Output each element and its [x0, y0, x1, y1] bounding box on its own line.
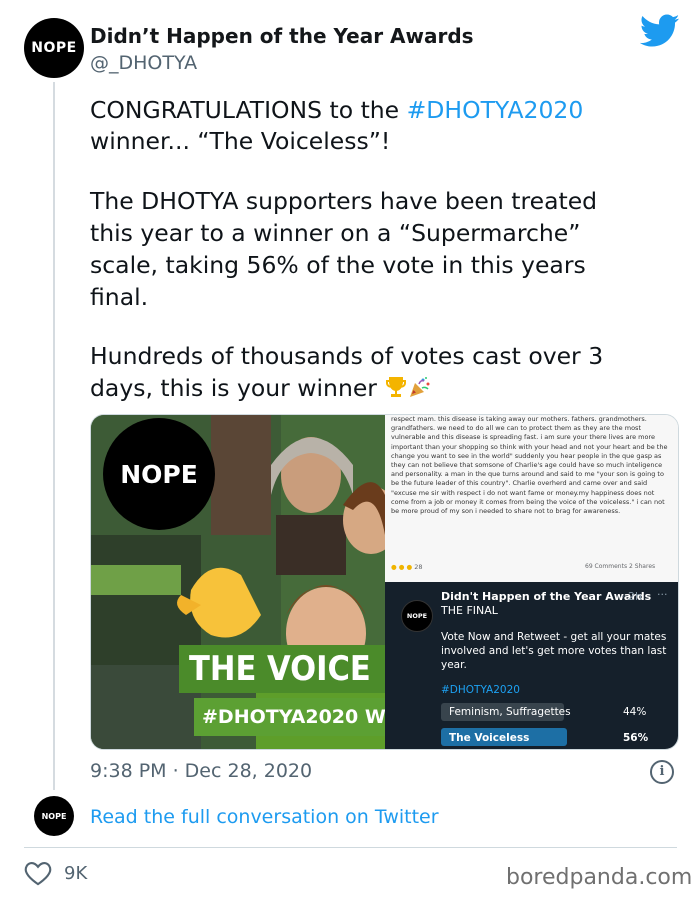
poll-hashtag: #DHOTYA2020	[441, 684, 520, 696]
facebook-post-screenshot[interactable]: respect mam. this disease is taking away…	[385, 415, 678, 582]
party-popper-icon	[410, 377, 430, 397]
poll-author-name: Didn't Happen of the Year Awards	[441, 590, 652, 603]
poll-time: · 2h	[621, 590, 642, 603]
nope-logo: NOPE	[103, 418, 215, 530]
thread-line	[53, 82, 55, 790]
comments-shares: 69 Comments 2 Shares	[585, 563, 656, 570]
hashtag-link[interactable]: #DHOTYA2020	[407, 96, 584, 124]
twitter-bird-icon[interactable]	[640, 14, 680, 48]
poll-title: THE FINAL	[441, 604, 498, 617]
tweet-para3-line-1: Hundreds of thousands of votes cast over…	[90, 342, 604, 370]
tweet-para2-line-1: The DHOTYA supporters have been treated	[90, 187, 598, 215]
media-attachment[interactable]: NOPE THE VOICE #DHOTYA2020 W respect mam…	[90, 414, 679, 750]
author-handle[interactable]: @_DHOTYA	[90, 52, 197, 74]
hashtag-banner: #DHOTYA2020 W	[194, 698, 385, 736]
watermark: boredpanda.com	[506, 865, 693, 890]
tweet-para3-line-2: days, this is your winner	[90, 374, 432, 402]
poll-tweet-screenshot[interactable]: NOPE Didn't Happen of the Year Awards · …	[385, 582, 678, 749]
tweet-para2-line-4: final.	[90, 283, 149, 311]
reactions-row: ● ● ● 28	[391, 563, 423, 571]
author-avatar[interactable]: NOPE	[24, 18, 84, 78]
post-body-text: respect mam. this disease is taking away…	[391, 415, 668, 516]
poll-option-1-pct: 44%	[623, 706, 647, 718]
poll-body: Vote Now and Retweet - get all your mate…	[441, 631, 667, 671]
tweet-timestamp[interactable]: 9:38 PM · Dec 28, 2020	[90, 760, 312, 782]
poll-option-2-pct: 56%	[623, 732, 649, 744]
poll-author-avatar: NOPE	[401, 600, 433, 632]
heart-icon[interactable]	[24, 860, 52, 886]
poll-option-2-label: The Voiceless	[449, 732, 530, 744]
divider	[24, 847, 677, 848]
tweet-para3-text: days, this is your winner	[90, 374, 377, 402]
voiceless-banner: THE VOICE	[179, 645, 385, 693]
like-count: 9K	[64, 863, 88, 884]
reply-avatar[interactable]: NOPE	[34, 796, 74, 836]
reaction-icons: ● ● ●	[391, 563, 413, 571]
trophy-icon	[386, 377, 407, 397]
tweet-text-line-1: CONGRATULATIONS to the #DHOTYA2020	[90, 96, 583, 124]
reactions-count: 28	[414, 563, 423, 571]
tweet-para2-line-2: this year to a winner on a “Supermarche”	[90, 219, 581, 247]
more-icon: ···	[657, 588, 668, 601]
tweet-text-prefix: CONGRATULATIONS to the	[90, 96, 407, 124]
voiceless-photo[interactable]: NOPE THE VOICE #DHOTYA2020 W	[91, 415, 385, 749]
read-full-conversation-link[interactable]: Read the full conversation on Twitter	[90, 806, 439, 828]
poll-option-1-label: Feminism, Suffragettes	[449, 706, 571, 718]
info-icon[interactable]: i	[650, 760, 674, 784]
author-display-name[interactable]: Didn’t Happen of the Year Awards	[90, 24, 474, 48]
tweet-para2-line-3: scale, taking 56% of the vote in this ye…	[90, 251, 586, 279]
tweet-text-line-2: winner... “The Voiceless”!	[90, 127, 391, 155]
